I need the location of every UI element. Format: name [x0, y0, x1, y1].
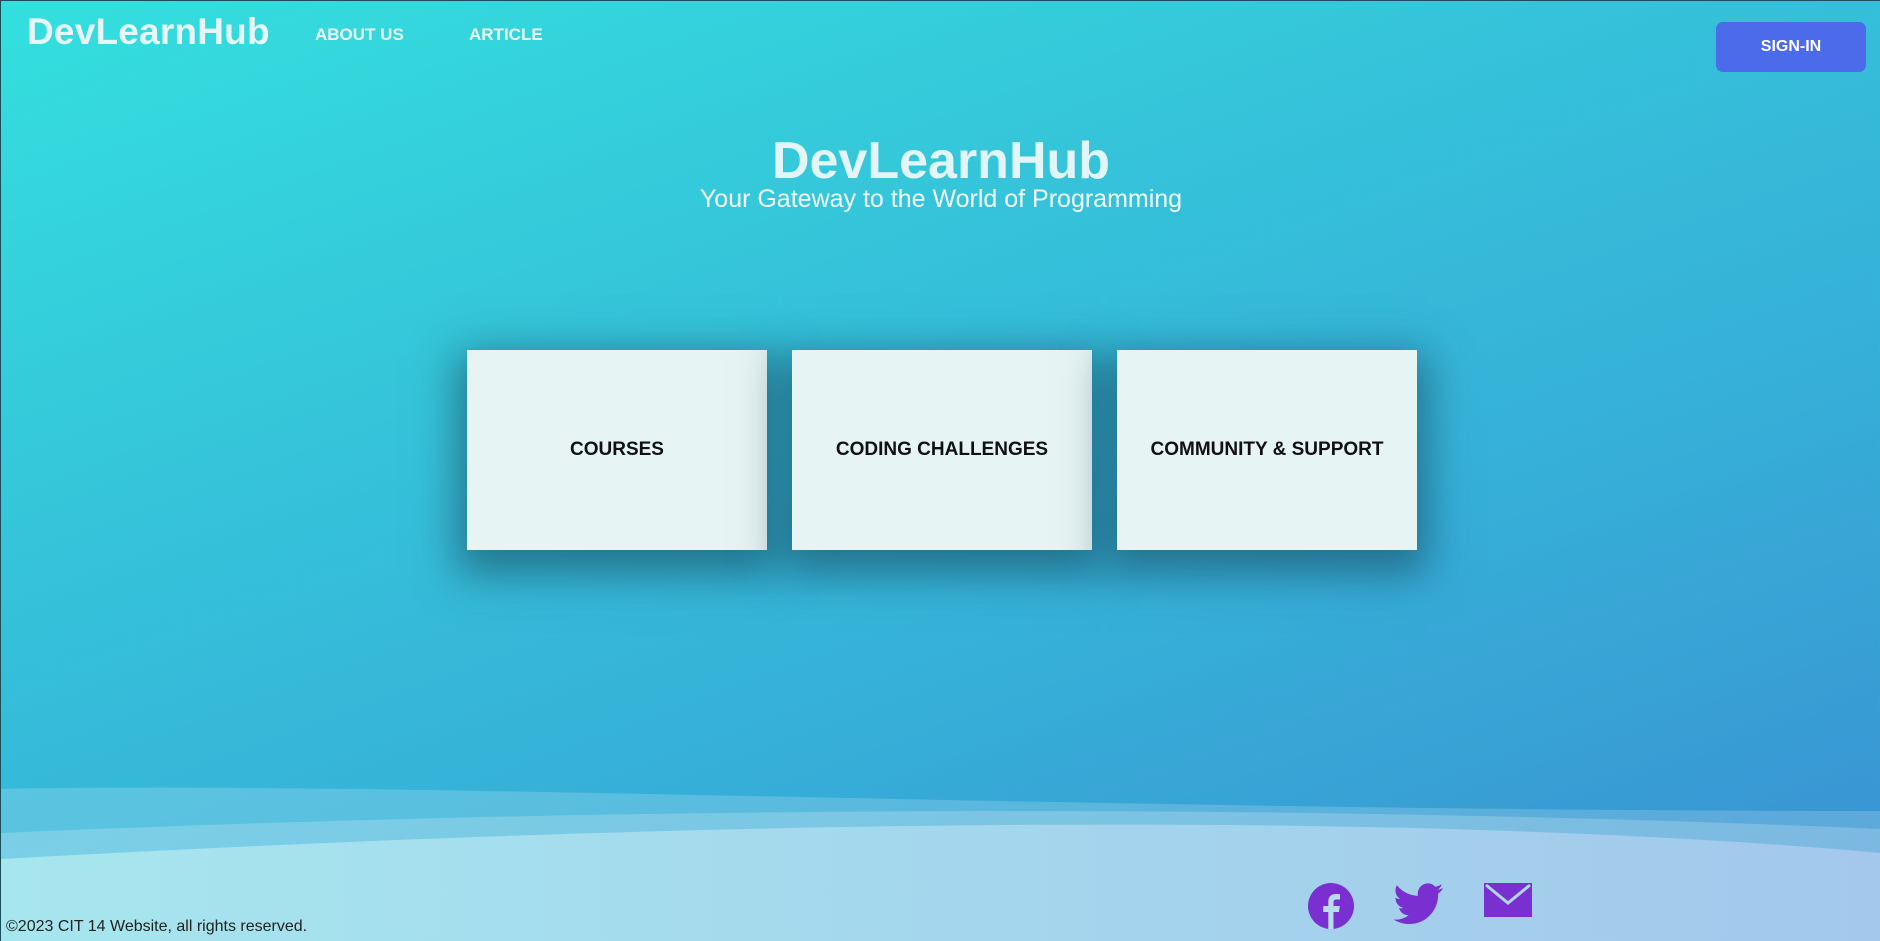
card-community-support-label: COMMUNITY & SUPPORT [1150, 439, 1384, 460]
nav-link-about-us[interactable]: ABOUT US [315, 25, 404, 45]
hero-title: DevLearnHub [771, 132, 1111, 190]
email-icon[interactable] [1484, 883, 1532, 917]
card-coding-challenges-label: CODING CHALLENGES [835, 439, 1049, 460]
card-courses-label: COURSES [570, 439, 664, 460]
footer-waves [1, 787, 1880, 941]
site-logo[interactable]: DevLearnHub [27, 11, 270, 53]
card-coding-challenges[interactable]: CODING CHALLENGES [792, 350, 1092, 550]
card-community-support[interactable]: COMMUNITY & SUPPORT [1117, 350, 1417, 550]
copyright-text: ©2023 CIT 14 Website, all rights reserve… [6, 918, 308, 935]
facebook-icon[interactable] [1308, 883, 1354, 929]
card-courses[interactable]: COURSES [467, 350, 767, 550]
hero-subtitle: Your Gateway to the World of Programming [699, 185, 1183, 213]
sign-in-button[interactable]: SIGN-IN [1716, 22, 1866, 72]
nav-link-article[interactable]: ARTICLE [469, 25, 543, 45]
twitter-icon[interactable] [1394, 883, 1444, 925]
